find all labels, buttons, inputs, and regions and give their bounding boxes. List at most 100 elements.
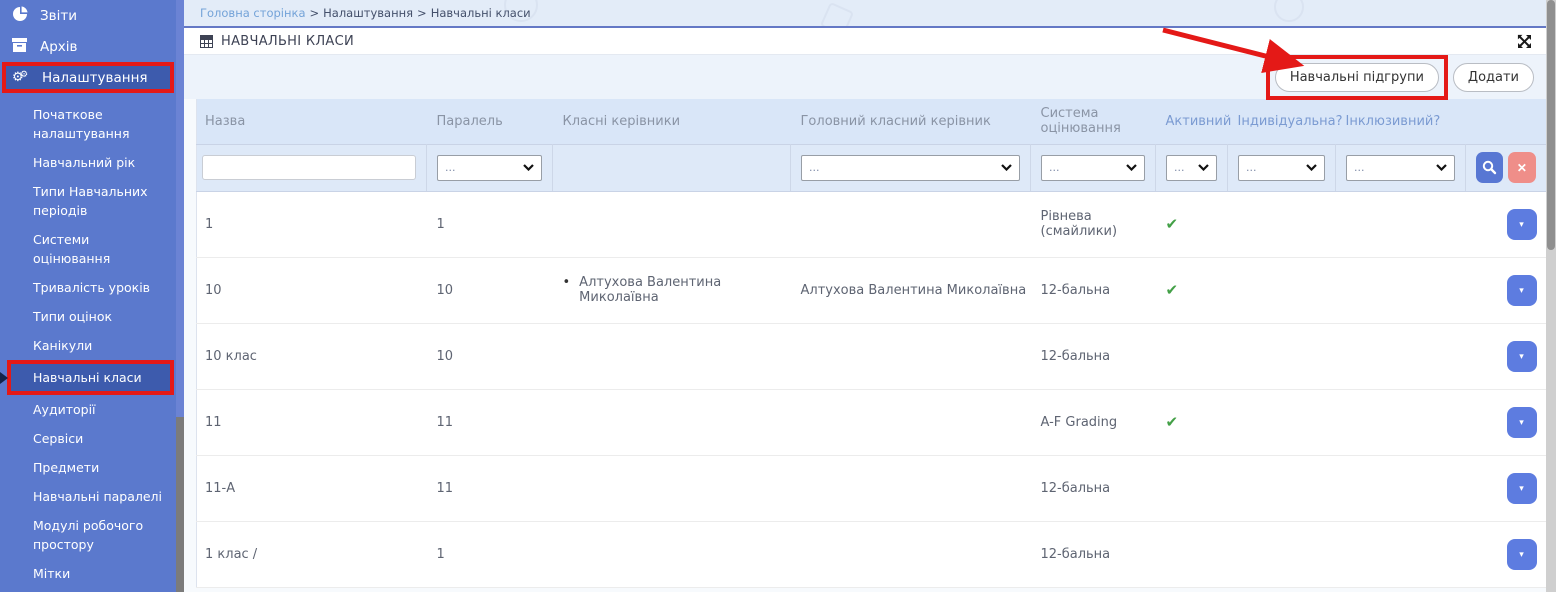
table-row[interactable]: 10 клас 10 12-бальна ▾ (197, 323, 1546, 389)
sidebar-subitem[interactable]: Типи Навчальних періодів (0, 177, 176, 225)
table-grid-icon (200, 35, 213, 48)
row-actions-dropdown-button[interactable]: ▾ (1507, 539, 1537, 570)
watermark-doodle (820, 2, 854, 28)
chevron-down-icon (523, 164, 534, 171)
sidebar-subitem[interactable]: Початкове налаштування (0, 100, 176, 148)
row-actions-dropdown-button[interactable]: ▾ (1507, 473, 1537, 504)
page-scrollbar[interactable] (1546, 0, 1556, 592)
clear-filter-button[interactable]: ✕ (1508, 152, 1535, 183)
col-header-grading[interactable]: Система оцінювання (1031, 99, 1156, 144)
table-row[interactable]: 1 1 Рівнева (смайлики) ✔ ▾ (197, 191, 1546, 257)
sidebar-subitem[interactable]: Типи оцінок (0, 302, 176, 331)
row-actions-dropdown-button[interactable]: ▾ (1507, 275, 1537, 306)
table-row[interactable]: 11-А 11 12-бальна ▾ (197, 455, 1546, 521)
individual-filter-select[interactable]: ... (1238, 155, 1325, 181)
select-value: ... (1174, 161, 1185, 174)
cell-teachers (553, 521, 791, 587)
col-header-name[interactable]: Назва (197, 99, 427, 144)
col-header-individual[interactable]: Індивідуальна? (1228, 99, 1336, 144)
search-button[interactable] (1476, 152, 1503, 183)
sidebar-item-settings[interactable]: ⚙⚙ Налаштування (2, 62, 174, 93)
head-teacher-filter-select[interactable]: ... (801, 155, 1020, 181)
sidebar-subitem[interactable]: Предмети (0, 453, 176, 482)
sidebar-item-archive[interactable]: Архів (0, 31, 176, 62)
row-actions-dropdown-button[interactable]: ▾ (1507, 341, 1537, 372)
breadcrumb: Головна сторінка > Налаштування > Навчал… (184, 0, 1546, 28)
sidebar-subitem-label: Типи Навчальних періодів (33, 184, 148, 218)
sidebar-item-label: Архів (40, 39, 78, 55)
row-actions-dropdown-button[interactable]: ▾ (1507, 209, 1537, 240)
cell-name: 11-А (197, 455, 427, 521)
cell-actions: ▾ (1466, 521, 1546, 587)
chevron-down-icon (1001, 164, 1012, 171)
watermark-doodle (1274, 0, 1304, 22)
page-scrollbar-thumb[interactable] (1547, 0, 1555, 250)
sidebar-subitem[interactable]: Навчальний рік (0, 148, 176, 177)
sidebar-subitem[interactable]: Тривалість уроків (0, 273, 176, 302)
table-row[interactable]: 1 клас / 1 12-бальна ▾ (197, 521, 1546, 587)
cell-parallel: 1 (427, 521, 553, 587)
subgroups-button[interactable]: Навчальні підгрупи (1275, 63, 1439, 92)
sidebar-subitem-label: Початкове налаштування (33, 107, 130, 141)
col-header-parallel[interactable]: Паралель (427, 99, 553, 144)
select-value: ... (1049, 161, 1060, 174)
add-button[interactable]: Додати (1453, 63, 1534, 92)
sidebar-subitem-label: Сервіси (33, 431, 83, 446)
teacher-name: Алтухова Валентина Миколаївна (579, 275, 790, 305)
svg-text:⚙: ⚙ (20, 70, 28, 80)
active-filter-select[interactable]: ... (1166, 155, 1217, 181)
cell-inclusive (1336, 323, 1466, 389)
col-header-active[interactable]: Активний (1156, 99, 1228, 144)
cell-grading: Рівнева (смайлики) (1031, 191, 1156, 257)
sidebar-subitem[interactable]: Мітки (0, 559, 176, 588)
cell-teachers: •Алтухова Валентина Миколаївна (553, 257, 791, 323)
toolbar: Навчальні підгрупи Додати (184, 55, 1546, 99)
sidebar-scrollbar[interactable] (176, 0, 184, 592)
breadcrumb-item-settings: Налаштування (323, 6, 413, 20)
cell-actions: ▾ (1466, 257, 1546, 323)
sidebar-subitem[interactable]: Аудиторії (0, 395, 176, 424)
col-header-inclusive[interactable]: Інклюзивний? (1336, 99, 1466, 144)
table-row[interactable]: 10 10 •Алтухова Валентина Миколаївна Алт… (197, 257, 1546, 323)
sidebar-subitem[interactable]: Модулі робочого простору (0, 511, 176, 559)
parallel-filter-select[interactable]: ... (437, 155, 542, 181)
sidebar-subitem[interactable]: Навчальні класи (7, 360, 174, 395)
gears-icon: ⚙⚙ (11, 67, 32, 89)
cell-individual (1228, 191, 1336, 257)
breadcrumb-home-link[interactable]: Головна сторінка (200, 6, 306, 20)
table-row[interactable]: 11 11 A-F Grading ✔ ▾ (197, 389, 1546, 455)
cell-grading: 12-бальна (1031, 521, 1156, 587)
sidebar-subitem[interactable]: Сервіси (0, 424, 176, 453)
row-actions-dropdown-button[interactable]: ▾ (1507, 407, 1537, 438)
active-check-icon: ✔ (1166, 413, 1179, 431)
sidebar-subitem[interactable]: Канікули (0, 331, 176, 360)
cell-actions: ▾ (1466, 455, 1546, 521)
cell-head-teacher (791, 323, 1031, 389)
panel-header: НАВЧАЛЬНІ КЛАСИ (184, 28, 1546, 55)
sidebar-subitem[interactable]: Навчальні паралелі (0, 482, 176, 511)
expand-icon[interactable] (1517, 34, 1532, 49)
search-icon (1482, 160, 1497, 175)
pie-chart-icon (9, 5, 30, 27)
cell-head-teacher: Алтухова Валентина Миколаївна (791, 257, 1031, 323)
cell-name: 10 клас (197, 323, 427, 389)
cell-individual (1228, 455, 1336, 521)
col-header-head-teacher[interactable]: Головний класний керівник (791, 99, 1031, 144)
name-filter-input[interactable] (202, 155, 416, 180)
sidebar-item-reports[interactable]: Звіти (0, 0, 176, 31)
cell-inclusive (1336, 257, 1466, 323)
sidebar-subitem-label: Системи оцінювання (33, 232, 110, 266)
col-header-teachers[interactable]: Класні керівники (553, 99, 791, 144)
cell-head-teacher (791, 191, 1031, 257)
cell-individual (1228, 323, 1336, 389)
breadcrumb-separator: > (310, 6, 320, 20)
sidebar-subitem-label: Тривалість уроків (33, 280, 150, 295)
sidebar-scrollbar-thumb[interactable] (176, 417, 184, 592)
sidebar-subitem[interactable]: Системи оцінювання (0, 225, 176, 273)
grading-filter-select[interactable]: ... (1041, 155, 1145, 181)
sidebar-subitem[interactable]: Типи інклюзивності (0, 588, 176, 592)
inclusive-filter-select[interactable]: ... (1346, 155, 1455, 181)
cell-parallel: 11 (427, 389, 553, 455)
breadcrumb-item-classes: Навчальні класи (431, 6, 531, 20)
chevron-down-icon (1306, 164, 1317, 171)
